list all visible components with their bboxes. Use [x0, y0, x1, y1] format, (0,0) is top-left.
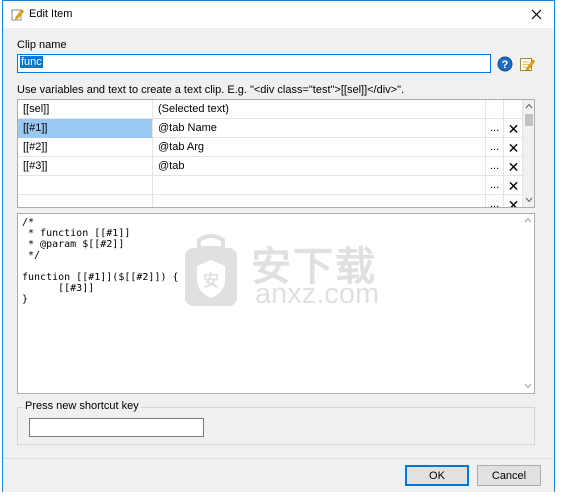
variable-value-cell[interactable]: (Selected text): [153, 100, 486, 119]
edit-notes-button[interactable]: [517, 54, 537, 74]
table-row[interactable]: [[#3]] @tab ... ✕: [18, 157, 523, 176]
clip-name-label: Clip name: [17, 39, 67, 51]
variable-name-cell[interactable]: [18, 176, 153, 195]
more-button[interactable]: [486, 100, 504, 119]
variable-name-cell[interactable]: [[sel]]: [18, 100, 153, 119]
shortcut-legend: Press new shortcut key: [23, 400, 141, 412]
table-row[interactable]: [[#2]] @tab Arg ... ✕: [18, 138, 523, 157]
more-button[interactable]: ...: [486, 157, 504, 176]
clip-name-input[interactable]: func: [17, 54, 491, 73]
help-icon: ?: [497, 56, 513, 72]
svg-text:安: 安: [203, 271, 219, 290]
grid-scrollbar[interactable]: [522, 100, 534, 207]
variable-value-cell[interactable]: [153, 195, 486, 207]
more-button[interactable]: ...: [486, 138, 504, 157]
variable-name-cell[interactable]: [[#1]]: [18, 119, 153, 138]
scroll-up-icon[interactable]: [522, 214, 534, 226]
notepad-pencil-icon: [520, 58, 535, 71]
cancel-button[interactable]: Cancel: [477, 465, 541, 486]
edit-item-window: Edit Item Clip name func ? Use variables…: [2, 0, 555, 492]
clip-name-value: func: [20, 56, 43, 68]
watermark-url-text: anxz.com: [255, 278, 380, 310]
close-button[interactable]: [518, 1, 554, 28]
delete-icon[interactable]: ✕: [504, 195, 523, 208]
delete-icon[interactable]: ✕: [504, 138, 523, 157]
variable-value-cell[interactable]: @tab: [153, 157, 486, 176]
delete-icon[interactable]: [504, 100, 523, 119]
table-row[interactable]: [[sel]] (Selected text): [18, 100, 523, 119]
more-button[interactable]: ...: [486, 119, 504, 138]
scroll-thumb[interactable]: [525, 114, 533, 126]
dialog-footer: OK Cancel: [3, 458, 554, 492]
more-button[interactable]: ...: [486, 195, 504, 207]
delete-icon[interactable]: ✕: [504, 119, 523, 138]
table-row[interactable]: [[#1]] @tab Name ... ✕: [18, 119, 523, 138]
scroll-down-icon[interactable]: [523, 194, 534, 206]
window-title: Edit Item: [29, 8, 73, 20]
variable-name-cell[interactable]: [[#3]]: [18, 157, 153, 176]
scroll-up-icon[interactable]: [523, 100, 534, 112]
table-row[interactable]: ... ✕: [18, 195, 523, 208]
shortcut-group: Press new shortcut key: [17, 400, 535, 445]
variables-grid: [[sel]] (Selected text) [[#1]] @tab Name…: [17, 99, 535, 208]
scroll-down-icon[interactable]: [522, 380, 534, 392]
variable-value-cell[interactable]: @tab Name: [153, 119, 486, 138]
close-icon: [531, 9, 541, 20]
variable-name-cell[interactable]: [[#2]]: [18, 138, 153, 157]
title-bar: Edit Item: [3, 1, 554, 28]
more-button[interactable]: ...: [486, 176, 504, 195]
editor-scrollbar[interactable]: [522, 214, 534, 393]
ok-button[interactable]: OK: [405, 465, 469, 486]
variable-name-cell[interactable]: [18, 195, 153, 207]
table-row[interactable]: ... ✕: [18, 176, 523, 195]
watermark: 安 安下载 anxz.com: [181, 234, 411, 312]
dialog-body: Clip name func ? Use variables and text …: [3, 28, 554, 492]
shortcut-input[interactable]: [29, 418, 204, 437]
variable-value-cell[interactable]: [153, 176, 486, 195]
help-button[interactable]: ?: [495, 54, 515, 74]
svg-text:?: ?: [502, 59, 509, 71]
edit-pencil-icon: [11, 9, 24, 21]
shield-bag-icon: 安: [185, 234, 237, 306]
variable-value-cell[interactable]: @tab Arg: [153, 138, 486, 157]
delete-icon[interactable]: ✕: [504, 176, 523, 195]
variables-hint: Use variables and text to create a text …: [17, 84, 405, 96]
delete-icon[interactable]: ✕: [504, 157, 523, 176]
